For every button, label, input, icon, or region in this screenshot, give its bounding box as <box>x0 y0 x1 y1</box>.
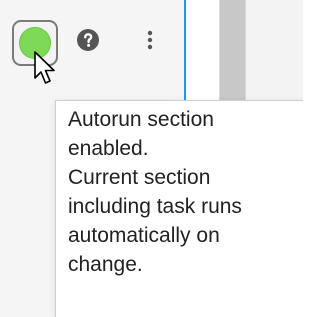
help-icon <box>77 29 99 51</box>
editor-pane <box>246 0 303 100</box>
more-vertical-icon <box>147 30 153 50</box>
tooltip-line: enabled. <box>68 137 149 160</box>
autorun-toggle-button[interactable] <box>12 20 58 66</box>
scrollbar[interactable] <box>219 0 246 100</box>
tooltip-line: change. <box>68 253 143 276</box>
editor-gutter <box>186 0 219 100</box>
tooltip-line: including task runs <box>68 195 242 218</box>
app-viewport: Autorun section enabled. Current section… <box>0 0 303 317</box>
tooltip-text: Autorun section enabled. Current section… <box>68 105 303 279</box>
tooltip-line: Current section <box>68 166 211 189</box>
autorun-tooltip: Autorun section enabled. Current section… <box>55 100 303 317</box>
help-button[interactable] <box>76 28 100 52</box>
autorun-status-indicator <box>19 27 51 59</box>
tooltip-line: Autorun section <box>68 108 214 131</box>
toolbar <box>0 0 184 100</box>
tooltip-line: automatically on <box>68 224 220 247</box>
more-options-button[interactable] <box>140 28 160 52</box>
